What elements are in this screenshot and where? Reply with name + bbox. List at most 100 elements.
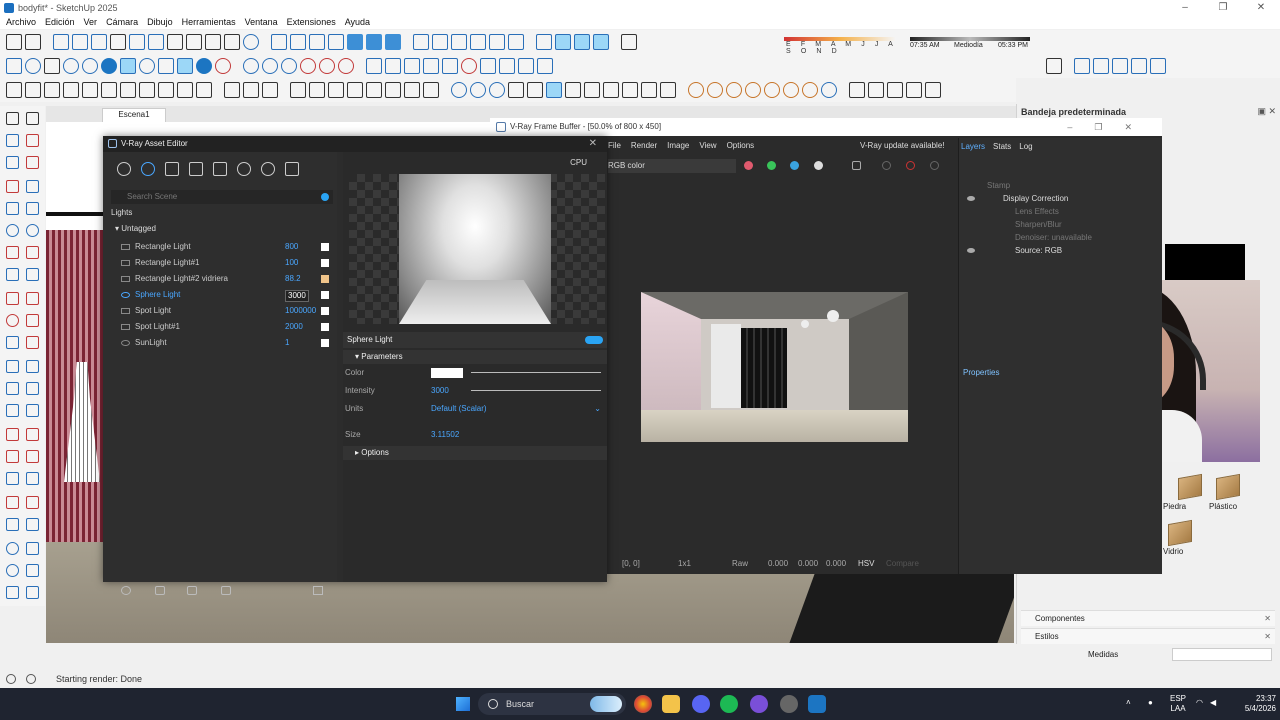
light-tool-icon-4[interactable] — [745, 82, 761, 98]
box-tool-icon-3[interactable] — [44, 82, 60, 98]
dimension-tool-icon[interactable] — [6, 404, 19, 417]
paint-tool-icon[interactable] — [6, 134, 19, 147]
box-tool-icon-4[interactable] — [63, 82, 79, 98]
section-plane-icon[interactable] — [413, 34, 429, 50]
language-indicator[interactable]: ESP LAA — [1170, 694, 1186, 714]
light-color-swatch[interactable] — [321, 243, 329, 251]
sketchup-taskbar-icon[interactable] — [808, 695, 826, 713]
right-view-icon[interactable] — [328, 34, 344, 50]
close-icon[interactable]: ✕ — [1242, 0, 1280, 15]
light-color-swatch[interactable] — [321, 323, 329, 331]
menu-edicion[interactable]: Edición — [45, 15, 75, 29]
component-icon-5[interactable] — [1150, 58, 1166, 74]
geometry-icon[interactable] — [165, 162, 179, 176]
untagged-group[interactable]: ▾ Untagged — [115, 224, 156, 233]
vray-tool-icon-5[interactable] — [527, 82, 543, 98]
microphone-icon[interactable]: ● — [1148, 698, 1153, 707]
blue-channel-icon[interactable] — [790, 161, 799, 170]
color-slider[interactable] — [471, 372, 601, 373]
minimize-icon[interactable]: – — [1166, 0, 1204, 15]
solid-tool-icon-8[interactable] — [366, 82, 382, 98]
render-image[interactable] — [641, 292, 908, 442]
pan-tool-icon[interactable] — [26, 428, 39, 441]
bottom-view-icon[interactable] — [470, 34, 486, 50]
volume-icon[interactable]: ◀ — [1210, 698, 1216, 707]
grid-tool-icon-10[interactable] — [537, 58, 553, 74]
material-thumb-3[interactable] — [1165, 519, 1195, 550]
vray-tool-icon-9[interactable] — [603, 82, 619, 98]
axes-tool-icon[interactable] — [26, 382, 39, 395]
walk-tool-icon[interactable] — [6, 518, 19, 531]
grid-tool-icon-6[interactable] — [461, 58, 477, 74]
house-view-icon[interactable] — [489, 34, 505, 50]
arc3-tool-icon[interactable] — [26, 268, 39, 281]
pencil-tool-icon[interactable] — [6, 180, 19, 193]
box-tool-icon-10[interactable] — [177, 82, 193, 98]
light-intensity[interactable]: 100 — [285, 256, 298, 270]
geo-icon[interactable] — [6, 673, 16, 684]
zoom-icon[interactable] — [574, 34, 590, 50]
vfb-menu-options[interactable]: Options — [727, 138, 755, 154]
box-tool-icon-8[interactable] — [139, 82, 155, 98]
file-explorer-icon[interactable] — [662, 695, 680, 713]
light-tool-icon-3[interactable] — [726, 82, 742, 98]
material-thumb-1[interactable] — [1175, 473, 1205, 504]
shadow-toggle-icon[interactable] — [621, 34, 637, 50]
light-intensity[interactable]: 88.2 — [285, 272, 301, 286]
copy-icon[interactable] — [129, 34, 145, 50]
close-tool-icon[interactable] — [44, 58, 60, 74]
polygon-tool-icon[interactable] — [26, 224, 39, 237]
light-tool-icon-7[interactable] — [802, 82, 818, 98]
open-folder-icon[interactable] — [155, 586, 165, 595]
close-icon[interactable]: ✕ — [1264, 611, 1271, 627]
vfb-menu-file[interactable]: File — [608, 138, 621, 154]
light-row[interactable]: Spot Light 1000000 — [121, 304, 331, 318]
magnet-icon-2[interactable] — [177, 58, 193, 74]
intensity-input[interactable]: 3000 — [431, 384, 449, 398]
settings-tool-icon[interactable] — [25, 58, 41, 74]
previous-view-icon[interactable] — [26, 472, 39, 485]
pie-tool-icon[interactable] — [6, 268, 19, 281]
light-tool-icon-1[interactable] — [688, 82, 704, 98]
rotate-red-icon[interactable] — [338, 58, 354, 74]
vray-tool-icon-2[interactable] — [470, 82, 486, 98]
cut-icon[interactable] — [110, 34, 126, 50]
flip-edge-icon[interactable] — [6, 586, 19, 599]
layer-row-source-rgb[interactable]: Source: RGB — [963, 245, 1159, 257]
layer-row-lens-effects[interactable]: Lens Effects — [963, 206, 1159, 218]
purge-icon[interactable] — [313, 586, 323, 595]
grid-tool-icon-9[interactable] — [518, 58, 534, 74]
new-file-icon[interactable] — [6, 34, 22, 50]
tape-tool-icon[interactable] — [6, 360, 19, 373]
eye-icon[interactable] — [967, 196, 975, 201]
xray-icon[interactable] — [347, 34, 363, 50]
paste-icon[interactable] — [148, 34, 164, 50]
position-camera-icon[interactable] — [6, 496, 19, 509]
tab-stats[interactable]: Stats — [993, 140, 1011, 154]
box-tool-icon-5[interactable] — [82, 82, 98, 98]
solid-tool-icon-3[interactable] — [262, 82, 278, 98]
light-intensity[interactable]: 1 — [285, 336, 289, 350]
move-tool-icon[interactable] — [6, 292, 19, 305]
solid-tool-icon-1[interactable] — [224, 82, 240, 98]
tab-log[interactable]: Log — [1019, 140, 1032, 154]
rotated-rect-icon[interactable] — [26, 202, 39, 215]
rectangle-tool-icon-left[interactable] — [6, 202, 19, 215]
left-view-icon[interactable] — [451, 34, 467, 50]
redo-icon[interactable] — [205, 34, 221, 50]
delete-icon[interactable] — [167, 34, 183, 50]
hex-tool-icon-3[interactable] — [281, 58, 297, 74]
menu-extensiones[interactable]: Extensiones — [287, 15, 336, 29]
vray-tool-icon-8[interactable] — [584, 82, 600, 98]
add-detail-icon[interactable] — [26, 586, 39, 599]
location-icon[interactable] — [1046, 58, 1062, 74]
section-plane-tool-icon[interactable] — [26, 496, 39, 509]
orbit-tool-icon[interactable] — [6, 428, 19, 441]
hsv-toggle[interactable]: HSV — [858, 559, 874, 568]
component-icon-2[interactable] — [1093, 58, 1109, 74]
taskbar-search[interactable]: Buscar — [478, 693, 626, 715]
hidden-line-icon[interactable] — [366, 34, 382, 50]
drop-icon-2[interactable] — [82, 58, 98, 74]
light-tool-icon-8[interactable] — [821, 82, 837, 98]
refresh-icon-1[interactable] — [849, 82, 865, 98]
